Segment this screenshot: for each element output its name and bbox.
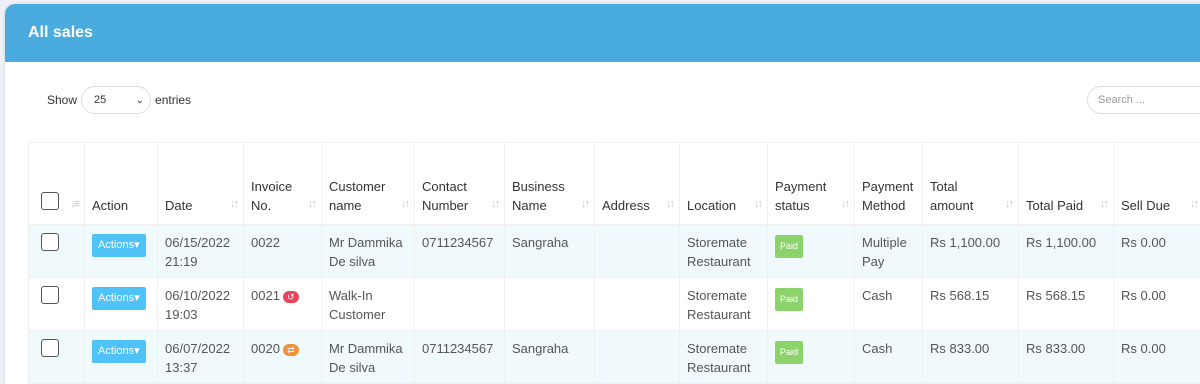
- chevron-down-icon: ⌄: [136, 95, 144, 106]
- date-cell: 06/10/202219:03: [158, 278, 244, 331]
- actions-dropdown-button[interactable]: Actions▾: [92, 340, 146, 363]
- invoice-cell: 0021↺: [244, 278, 322, 331]
- entries-value: 25: [94, 94, 106, 106]
- total-paid-cell: Rs 833.00: [1019, 331, 1114, 384]
- select-all-header: ↓≡: [29, 143, 85, 225]
- col-location[interactable]: Location↓↑: [680, 143, 768, 225]
- sort-icon[interactable]: ↓↑: [581, 195, 588, 214]
- col-payment-status[interactable]: Paymentstatus↓↑: [768, 143, 855, 225]
- sell-due-cell: Rs 0.00: [1114, 225, 1200, 278]
- col-total-paid[interactable]: Total Paid↓↑: [1019, 143, 1114, 225]
- sort-icon[interactable]: ↓↑: [1100, 195, 1107, 214]
- row-checkbox[interactable]: [41, 339, 59, 357]
- entries-select[interactable]: 25 ⌄: [81, 86, 151, 114]
- total-paid-cell: Rs 1,100.00: [1019, 225, 1114, 278]
- all-sales-panel: All sales Show 25 ⌄ entries ↓≡ A: [5, 4, 1200, 384]
- total-paid-cell: Rs 568.15: [1019, 278, 1114, 331]
- col-customer[interactable]: Customername↓↑: [322, 143, 415, 225]
- location-cell: StoremateRestaurant: [680, 278, 768, 331]
- panel-header: All sales: [5, 4, 1200, 62]
- invoice-cell: 0020⇄: [244, 331, 322, 384]
- col-business[interactable]: BusinessName↓↑: [505, 143, 595, 225]
- contact-cell: 0711234567: [415, 225, 505, 278]
- sort-icon[interactable]: ↓↑: [491, 195, 498, 214]
- search-input[interactable]: [1087, 86, 1200, 114]
- col-invoice[interactable]: InvoiceNo.↓↑: [244, 143, 322, 225]
- sort-icon[interactable]: ↓↑: [1005, 195, 1012, 214]
- table-header-row: ↓≡ Action Date↓↑ InvoiceNo.↓↑ Customerna…: [29, 143, 1200, 225]
- length-control: Show 25 ⌄ entries: [47, 86, 191, 114]
- contact-cell: [415, 278, 505, 331]
- payment-status-badge[interactable]: Paid: [775, 235, 803, 258]
- table-row: Actions▾ 06/15/202221:19 0022 Mr Dammika…: [29, 225, 1200, 278]
- sell-due-cell: Rs 0.00: [1114, 278, 1200, 331]
- customer-cell: Mr DammikaDe silva: [322, 225, 415, 278]
- exchange-icon[interactable]: ⇄: [283, 344, 299, 356]
- payment-status-badge[interactable]: Paid: [775, 341, 803, 364]
- col-address[interactable]: Address↓↑: [595, 143, 680, 225]
- row-checkbox[interactable]: [41, 286, 59, 304]
- sort-icon[interactable]: ↓↑: [308, 195, 315, 214]
- payment-method-cell: Cash: [855, 278, 923, 331]
- sort-icon[interactable]: ↓↑: [754, 195, 761, 214]
- sort-icon[interactable]: ↓↑: [1190, 195, 1197, 214]
- col-action: Action: [85, 143, 158, 225]
- col-sell-due[interactable]: Sell Due↓↑: [1114, 143, 1200, 225]
- sort-icon[interactable]: ↓↑: [666, 195, 673, 214]
- entries-label: entries: [155, 93, 191, 107]
- row-checkbox[interactable]: [41, 233, 59, 251]
- location-cell: StoremateRestaurant: [680, 225, 768, 278]
- business-cell: [505, 278, 595, 331]
- actions-dropdown-button[interactable]: Actions▾: [92, 287, 146, 310]
- invoice-cell: 0022: [244, 225, 322, 278]
- sort-icon[interactable]: ↓≡: [70, 195, 78, 214]
- customer-cell: Walk-InCustomer: [322, 278, 415, 331]
- show-label: Show: [47, 93, 77, 107]
- sell-due-cell: Rs 0.00: [1114, 331, 1200, 384]
- sort-icon[interactable]: ↓↑: [841, 195, 848, 214]
- total-amount-cell: Rs 1,100.00: [923, 225, 1019, 278]
- undo-icon[interactable]: ↺: [283, 291, 299, 303]
- location-cell: StoremateRestaurant: [680, 331, 768, 384]
- date-cell: 06/15/202221:19: [158, 225, 244, 278]
- actions-dropdown-button[interactable]: Actions▾: [92, 234, 146, 257]
- date-cell: 06/07/202213:37: [158, 331, 244, 384]
- sort-icon[interactable]: ↓↑: [401, 195, 408, 214]
- page-title: All sales: [28, 24, 93, 42]
- total-amount-cell: Rs 568.15: [923, 278, 1019, 331]
- col-date[interactable]: Date↓↑: [158, 143, 244, 225]
- select-all-checkbox[interactable]: [41, 192, 59, 210]
- contact-cell: 0711234567: [415, 331, 505, 384]
- col-total-amount[interactable]: Totalamount↓↑: [923, 143, 1019, 225]
- table-row: Actions▾ 06/07/202213:37 0020⇄ Mr Dammik…: [29, 331, 1200, 384]
- address-cell: [595, 225, 680, 278]
- table-row: Actions▾ 06/10/202219:03 0021↺ Walk-InCu…: [29, 278, 1200, 331]
- payment-status-badge[interactable]: Paid: [775, 288, 803, 311]
- total-amount-cell: Rs 833.00: [923, 331, 1019, 384]
- table-controls: Show 25 ⌄ entries: [5, 86, 1200, 116]
- col-contact[interactable]: ContactNumber↓↑: [415, 143, 505, 225]
- payment-method-cell: MultiplePay: [855, 225, 923, 278]
- sales-table: ↓≡ Action Date↓↑ InvoiceNo.↓↑ Customerna…: [28, 142, 1200, 384]
- sort-icon[interactable]: ↓↑: [230, 195, 237, 214]
- address-cell: [595, 331, 680, 384]
- address-cell: [595, 278, 680, 331]
- business-cell: Sangraha: [505, 225, 595, 278]
- customer-cell: Mr DammikaDe silva: [322, 331, 415, 384]
- business-cell: Sangraha: [505, 331, 595, 384]
- payment-method-cell: Cash: [855, 331, 923, 384]
- col-payment-method: PaymentMethod: [855, 143, 923, 225]
